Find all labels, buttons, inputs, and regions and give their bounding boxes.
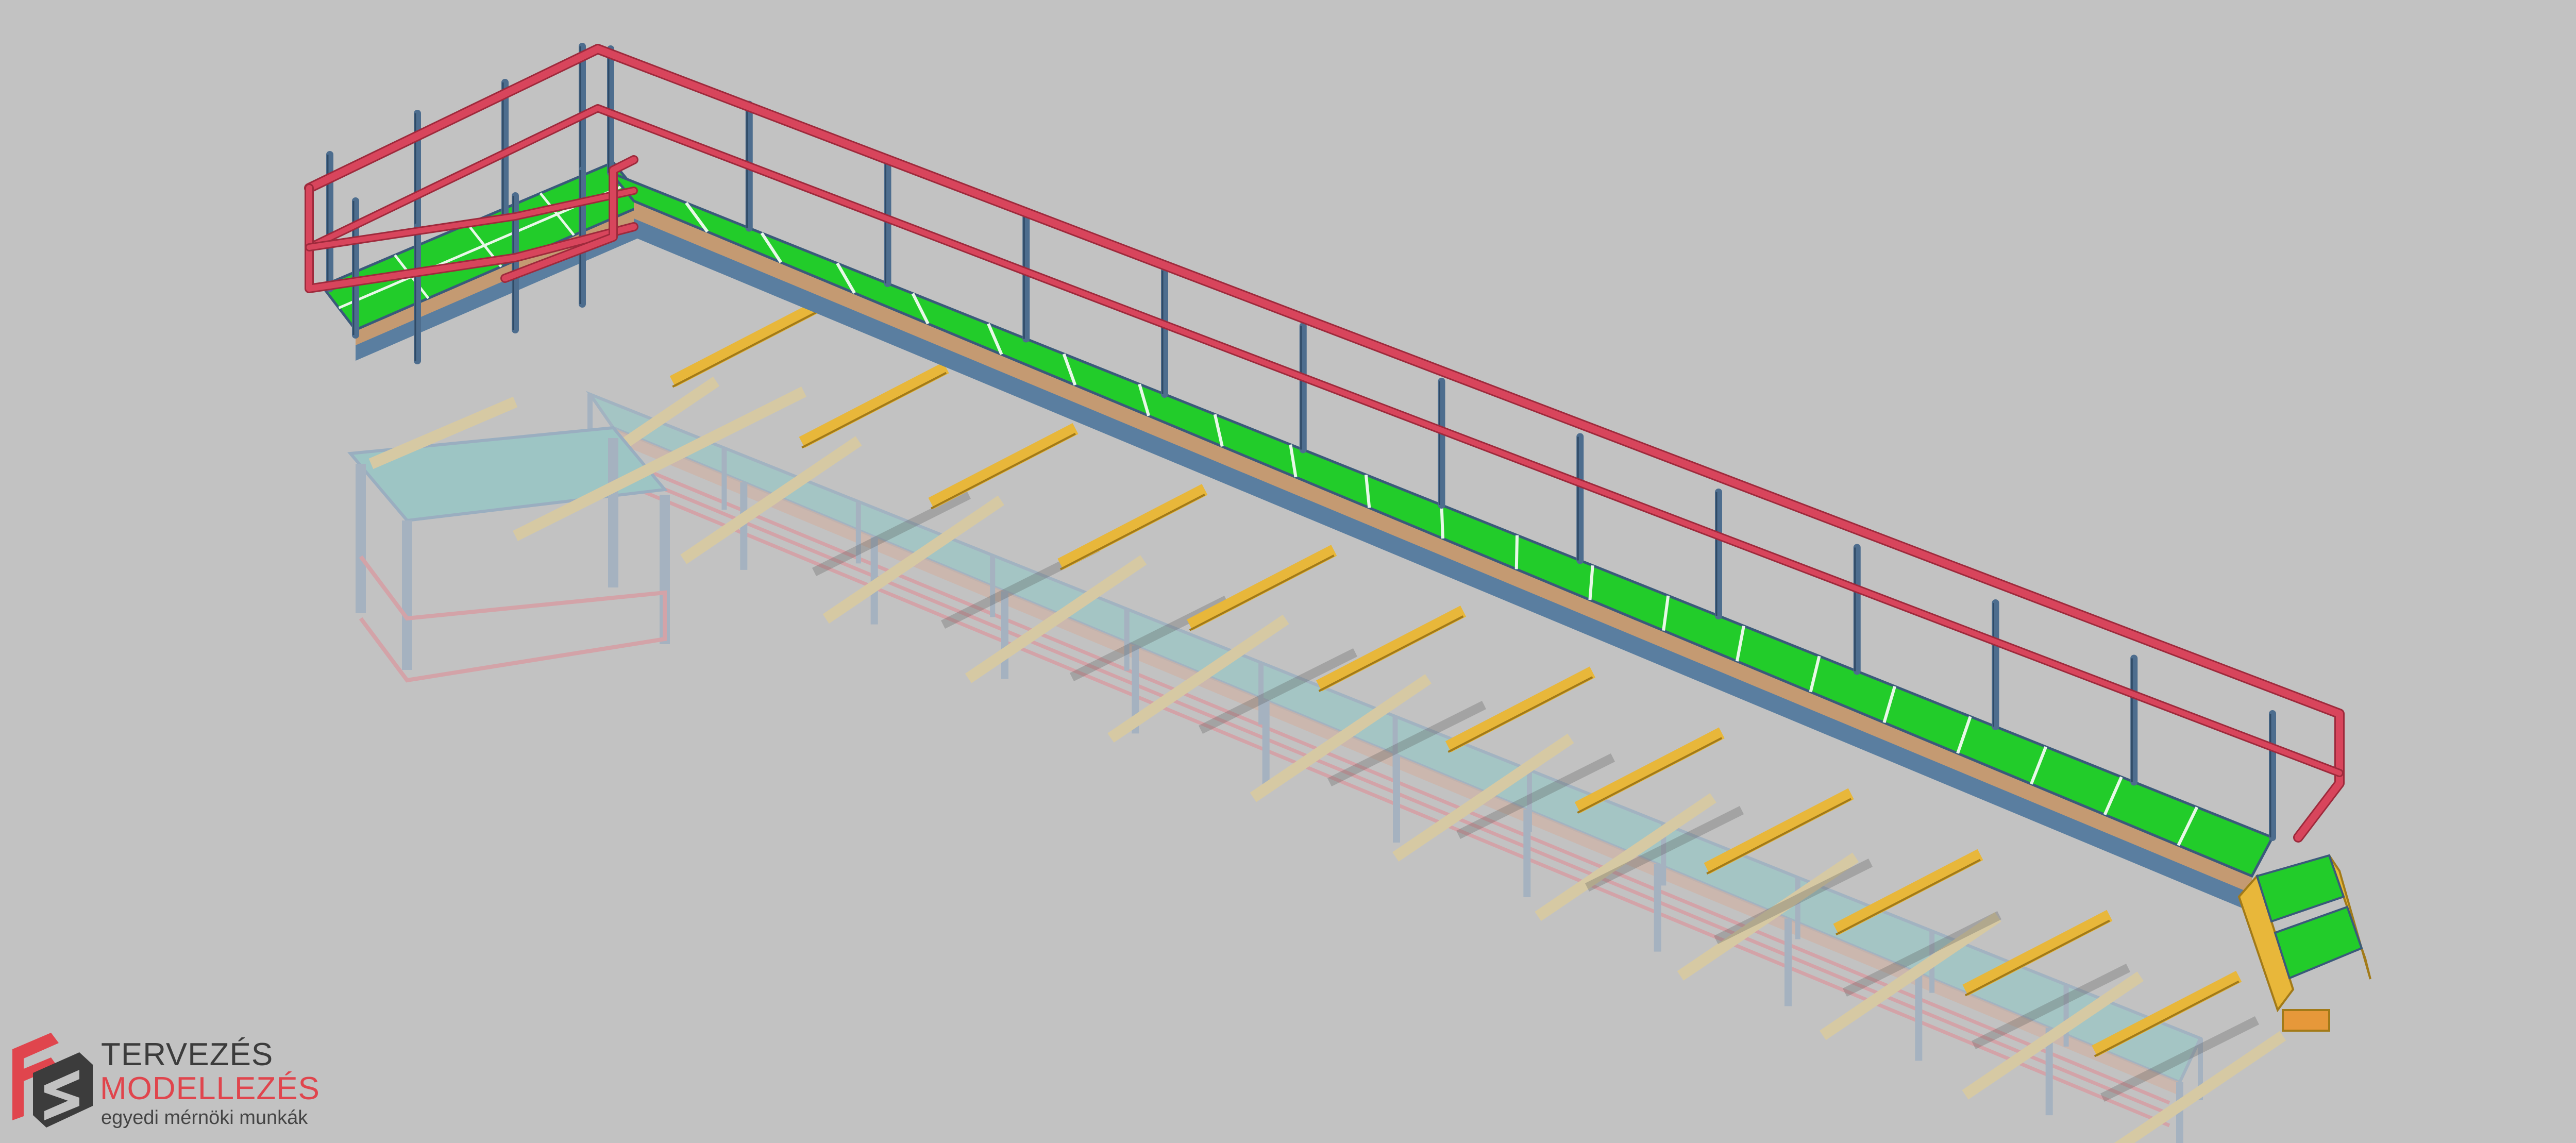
- logo-title-line1: TERVEZÉS: [101, 1037, 274, 1072]
- stair-foot-plate: [2282, 1009, 2330, 1032]
- cross-beam: [1187, 545, 1337, 631]
- viewport[interactable]: TERVEZÉS MODELLEZÉS egyedi mérnöki munká…: [0, 0, 2576, 1143]
- cross-beam-edge: [1706, 798, 1852, 875]
- cross-beam: [669, 301, 820, 388]
- cross-beam: [1704, 788, 1854, 874]
- cross-beam-edge: [1059, 493, 1205, 570]
- cross-beam-edge: [801, 372, 947, 449]
- deck-grating-seam: [1440, 505, 1444, 539]
- cross-beam-edge: [1318, 615, 1464, 692]
- cross-beam: [1316, 606, 1467, 692]
- cross-beam-edge: [931, 432, 1076, 510]
- stair-tread: [2274, 905, 2363, 980]
- cross-beam: [1574, 727, 1725, 813]
- cross-beam: [799, 362, 949, 448]
- cad-viewport[interactable]: [0, 0, 2576, 1143]
- logo-title-line2: MODELLEZÉS: [100, 1071, 320, 1106]
- cross-beam: [1057, 484, 1208, 570]
- logo-mark-icon: [12, 1033, 93, 1128]
- stair-tread: [2255, 854, 2345, 923]
- logo-tagline: egyedi mérnöki munkák: [101, 1107, 308, 1129]
- company-logo: TERVEZÉS MODELLEZÉS egyedi mérnöki munká…: [0, 1026, 330, 1143]
- stair-model: [2237, 854, 2371, 1032]
- cross-beam: [928, 423, 1079, 509]
- cross-beam-edge: [1189, 554, 1335, 631]
- cross-beam-edge: [672, 311, 818, 388]
